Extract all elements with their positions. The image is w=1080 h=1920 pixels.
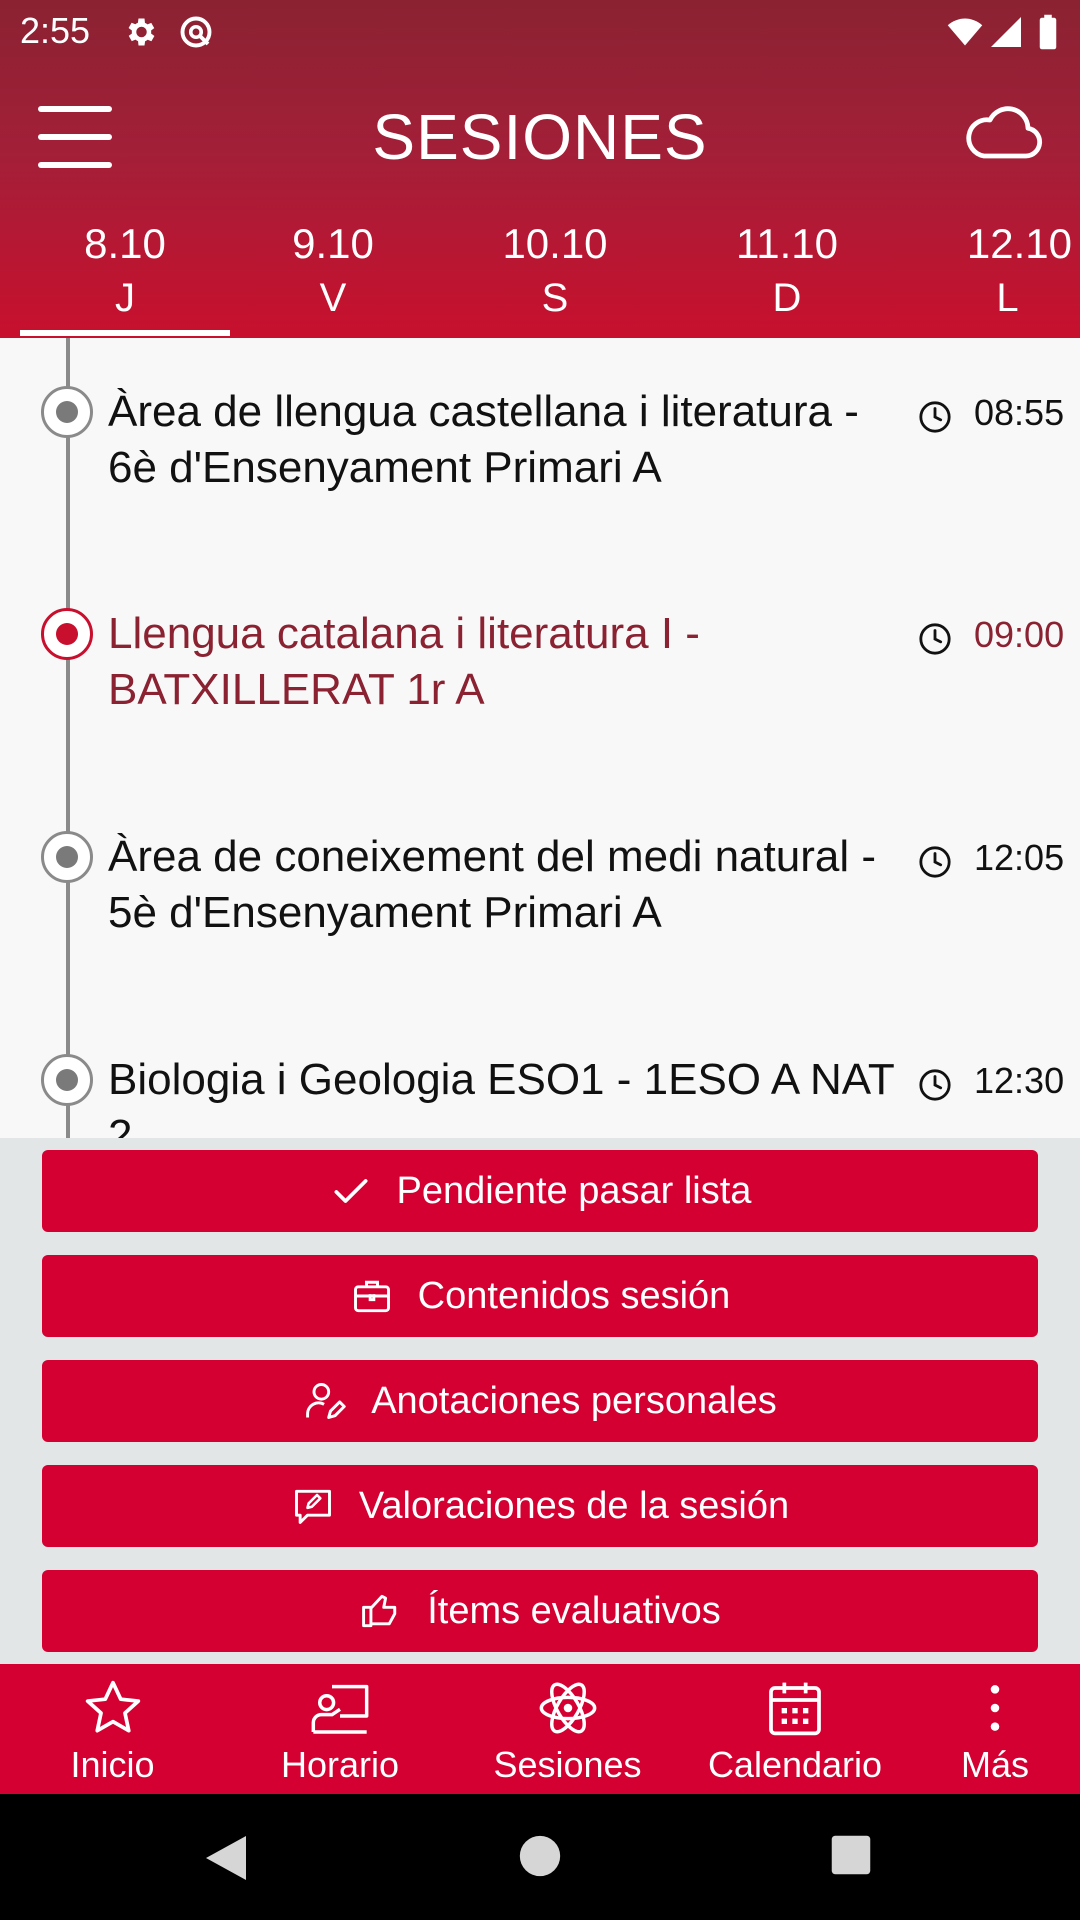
- evaluation-items-button[interactable]: Ítems evaluativos: [42, 1570, 1038, 1652]
- status-bar: 2:55: [0, 0, 1080, 64]
- nav-mas[interactable]: Más: [930, 1664, 1060, 1794]
- nav-label: Sesiones: [493, 1744, 642, 1785]
- more-vertical-icon: [990, 1685, 1000, 1731]
- toolbar: SESIONES: [0, 64, 1080, 214]
- nav-label: Calendario: [707, 1744, 883, 1785]
- session-list[interactable]: Àrea de llengua castellana i literatura …: [0, 338, 1080, 1138]
- date-tab-weekday: V: [319, 276, 347, 320]
- app-header: 2:55 SESIONES 8.10 J 9.10 V 10.10 S 11.1…: [0, 0, 1080, 338]
- date-tabs: 8.10 J 9.10 V 10.10 S 11.10 D 12.10 L: [0, 214, 1080, 338]
- date-tab-2[interactable]: 10.10 S: [450, 214, 660, 338]
- session-ratings-button[interactable]: Valoraciones de la sesión: [42, 1465, 1038, 1547]
- session-contents-button[interactable]: Contenidos sesión: [42, 1255, 1038, 1337]
- home-icon[interactable]: [518, 1834, 562, 1878]
- action-label: Valoraciones de la sesión: [358, 1484, 790, 1527]
- nav-calendario[interactable]: Calendario: [700, 1664, 890, 1794]
- clock-icon: [919, 1069, 951, 1101]
- action-label: Contenidos sesión: [417, 1274, 731, 1317]
- settings-gear-icon: [128, 18, 155, 46]
- page-title: SESIONES: [372, 101, 708, 173]
- date-tab-date: 11.10: [736, 220, 838, 267]
- pending-attendance-button[interactable]: Pendiente pasar lista: [42, 1150, 1038, 1232]
- star-icon: [85, 1680, 140, 1733]
- wifi-icon: [947, 18, 983, 46]
- clock-icon: [919, 846, 951, 878]
- date-tab-weekday: J: [115, 276, 135, 320]
- session-title: Àrea de coneixement del medi natural - 5…: [108, 832, 876, 937]
- data-saver-icon: [180, 16, 212, 48]
- cloud-sync-icon[interactable]: [964, 102, 1044, 162]
- action-label: Anotaciones personales: [371, 1379, 777, 1422]
- atom-icon: [539, 1682, 596, 1734]
- date-tab-weekday: D: [772, 276, 802, 320]
- battery-icon: [1039, 14, 1057, 50]
- timeline-dot: [41, 386, 93, 438]
- date-tab-1[interactable]: 9.10 V: [228, 214, 438, 338]
- session-item[interactable]: Biologia i Geologia ESO1 - 1ESO A NAT 2 …: [0, 1006, 1080, 1138]
- back-icon[interactable]: [204, 1834, 248, 1882]
- date-tab-0[interactable]: 8.10 J: [20, 214, 230, 338]
- nav-sesiones[interactable]: Sesiones: [470, 1664, 665, 1794]
- comment-edit-icon: [294, 1489, 331, 1524]
- timeline-dot: [41, 1054, 93, 1106]
- date-tab-date: 10.10: [502, 220, 608, 267]
- clock-icon: [919, 401, 951, 433]
- nav-horario[interactable]: Horario: [250, 1664, 430, 1794]
- action-label: Ítems evaluativos: [427, 1589, 721, 1632]
- session-actions-panel: Pendiente pasar lista Contenidos sesión …: [0, 1138, 1080, 1664]
- date-tab-date: 8.10: [84, 220, 166, 267]
- session-time: 09:00: [974, 614, 1065, 655]
- clock-icon: [919, 623, 951, 655]
- session-title: Àrea de llengua castellana i literatura …: [108, 387, 859, 492]
- nav-label: Horario: [280, 1744, 400, 1785]
- nav-label: Inicio: [70, 1744, 155, 1785]
- session-title: Biologia i Geologia ESO1 - 1ESO A NAT 2: [108, 1055, 894, 1138]
- recents-icon[interactable]: [830, 1834, 872, 1876]
- cell-signal-icon: [991, 17, 1021, 47]
- briefcase-icon: [353, 1280, 390, 1313]
- system-navigation-bar: [0, 1794, 1080, 1920]
- teacher-board-icon: [311, 1684, 369, 1734]
- personal-notes-button[interactable]: Anotaciones personales: [42, 1360, 1038, 1442]
- session-time: 12:05: [974, 837, 1065, 878]
- date-tab-weekday: S: [541, 276, 569, 320]
- session-item[interactable]: Àrea de coneixement del medi natural - 5…: [0, 783, 1080, 983]
- date-tab-4[interactable]: 12.10 L: [915, 214, 1080, 338]
- date-tab-date: 9.10: [292, 220, 374, 267]
- thumbs-up-icon: [362, 1594, 397, 1628]
- session-title: Llengua catalana i literatura I - BATXIL…: [108, 609, 700, 714]
- bottom-navigation: Inicio Horario Sesiones Calendario Más: [0, 1664, 1080, 1794]
- user-edit-icon: [306, 1383, 346, 1419]
- session-item[interactable]: Àrea de llengua castellana i literatura …: [0, 338, 1080, 538]
- date-tab-date: 12.10: [966, 220, 1072, 267]
- timeline-dot: [41, 831, 93, 883]
- session-time: 08:55: [974, 392, 1065, 433]
- session-item-current[interactable]: Llengua catalana i literatura I - BATXIL…: [0, 560, 1080, 760]
- action-label: Pendiente pasar lista: [396, 1169, 752, 1212]
- calendar-icon: [769, 1682, 821, 1736]
- timeline-dot-active: [41, 608, 93, 660]
- session-time: 12:30: [974, 1060, 1065, 1101]
- date-tab-3[interactable]: 11.10 D: [682, 214, 892, 338]
- nav-label: Más: [960, 1744, 1029, 1785]
- check-icon: [334, 1179, 368, 1203]
- date-tab-weekday: L: [996, 276, 1019, 320]
- status-time: 2:55: [20, 10, 91, 51]
- nav-inicio[interactable]: Inicio: [30, 1664, 195, 1794]
